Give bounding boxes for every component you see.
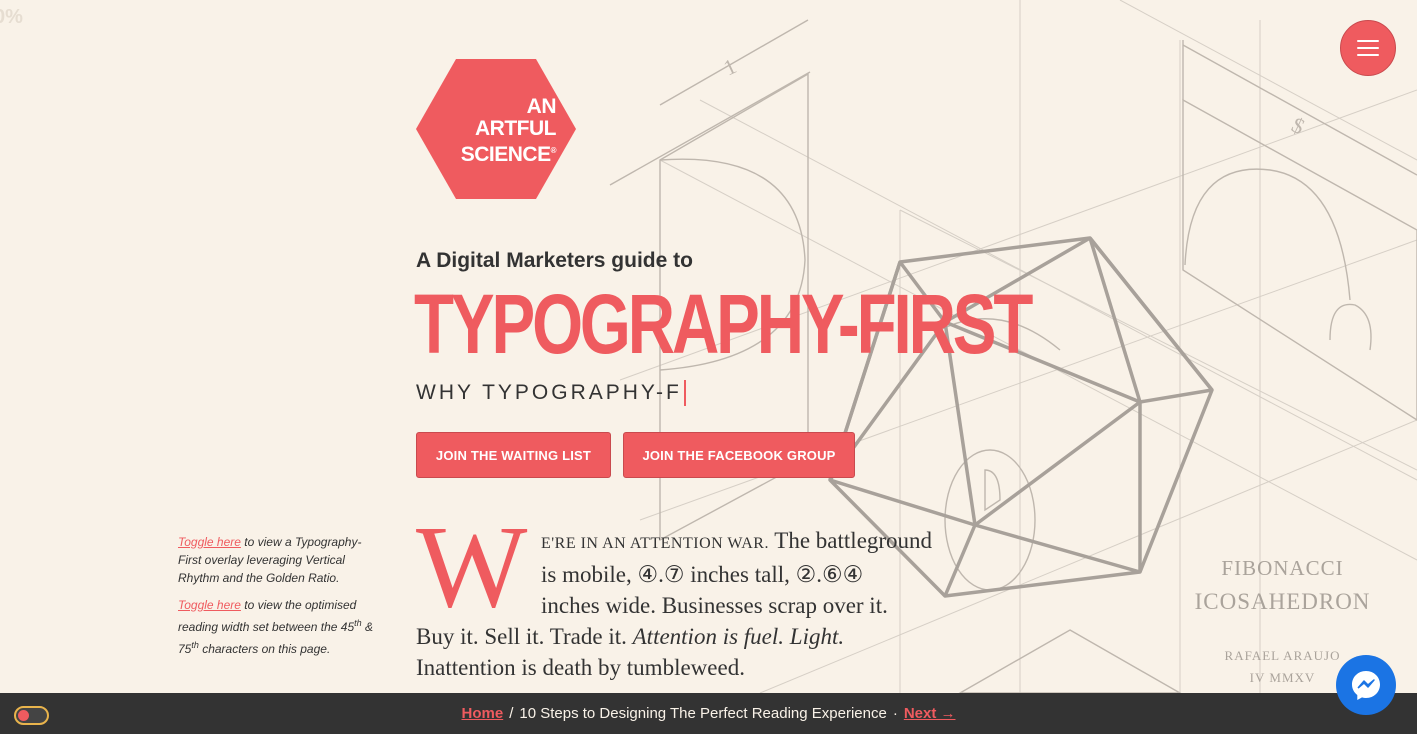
svg-text:1: 1 (720, 53, 741, 80)
breadcrumb-separator: / (509, 705, 514, 722)
caption-icosahedron: ICOSAHEDRON (1194, 589, 1371, 614)
article-line: E'RE IN AN ATTENTION WAR. The battlegrou… (541, 528, 933, 553)
side-notes: Toggle here to view a Typography-First o… (178, 533, 374, 667)
hero-kicker: A Digital Marketers guide to (416, 249, 693, 272)
logo[interactable]: AN ARTFUL SCIENCE® (416, 59, 576, 199)
svg-text:$: $ (1288, 112, 1309, 139)
logo-line-3: SCIENCE (460, 143, 551, 166)
note-vertical-rhythm: Toggle here to view a Typography-First o… (178, 535, 362, 585)
join-facebook-group-button[interactable]: JOIN THE FACEBOOK GROUP (623, 432, 855, 478)
article-line: Inattention is death by tumbleweed. (416, 655, 745, 680)
menu-button[interactable] (1340, 20, 1396, 76)
next-link[interactable]: Next → (904, 705, 956, 722)
toggle-reading-width-link[interactable]: Toggle here (178, 598, 241, 612)
logo-line-2: ARTFUL (475, 117, 556, 140)
page-title: TYPOGRAPHY-FIRST (414, 277, 1033, 371)
series-title: 10 Steps to Designing The Perfect Readin… (519, 705, 887, 722)
bottom-navigation-bar: Home / 10 Steps to Designing The Perfect… (0, 693, 1417, 734)
join-waiting-list-button[interactable]: JOIN THE WAITING LIST (416, 432, 611, 478)
toggle-knob (18, 710, 29, 721)
messenger-chat-button[interactable] (1336, 655, 1396, 715)
home-link[interactable]: Home (462, 705, 504, 722)
scroll-progress-label: 0% (0, 6, 23, 28)
text-cursor (683, 380, 686, 406)
subtitle-text: WHY TYPOGRAPHY-F (416, 381, 682, 404)
article-intro: E'RE IN AN ATTENTION WAR. The battlegrou… (416, 525, 1016, 683)
note-reading-width: Toggle here to view the optimised readin… (178, 598, 373, 656)
messenger-icon (1352, 671, 1380, 700)
caption-fibonacci: FIBONACCI (1221, 556, 1344, 580)
article-line: is mobile, ④.⑦ inches tall, ②.⑥④ (541, 562, 864, 587)
article-line: Buy it. Sell it. Trade it. Attention is … (416, 624, 845, 649)
article-line: inches wide. Businesses scrap over it. (541, 593, 888, 618)
toggle-overlay-link[interactable]: Toggle here (178, 535, 241, 549)
logo-line-1: AN (526, 95, 557, 118)
typing-subtitle: WHY TYPOGRAPHY-F (416, 380, 686, 406)
caption-artist: RAFAEL ARAUJO (1224, 648, 1341, 663)
hamburger-icon (1357, 40, 1379, 42)
dot-separator: · (892, 705, 898, 722)
overlay-toggle-switch[interactable] (14, 706, 49, 725)
registered-mark: ® (550, 146, 557, 155)
caption-date: IV MMXV (1249, 670, 1316, 685)
